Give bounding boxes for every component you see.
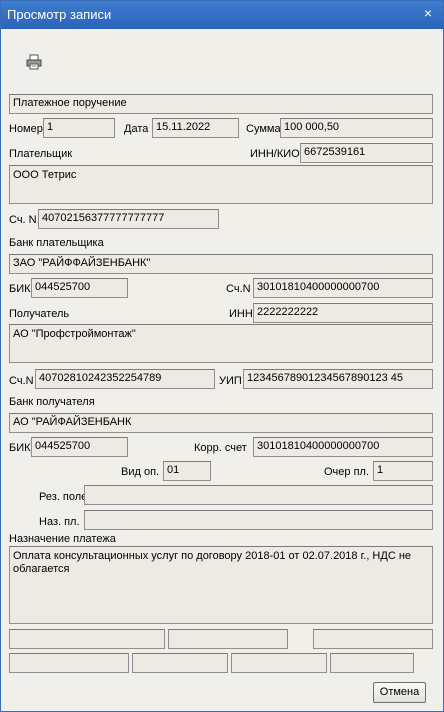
vid-op-field[interactable]: 01	[163, 461, 211, 481]
blank-field-3[interactable]	[313, 629, 433, 649]
cancel-button[interactable]: Отмена	[373, 682, 426, 703]
receiver-uip-field[interactable]: 12345678901234567890123 45	[243, 369, 433, 389]
number-field[interactable]: 1	[43, 118, 115, 138]
blank-field-6[interactable]	[231, 653, 327, 673]
ocher-field[interactable]: 1	[373, 461, 433, 481]
rez-field[interactable]	[84, 485, 433, 505]
payer-inn-label: ИНН/КИО	[250, 148, 300, 160]
blank-field-1[interactable]	[9, 629, 165, 649]
record-view-window: Просмотр записи × Платежное поручение Но…	[0, 0, 444, 712]
payer-bik-label: БИК	[9, 283, 31, 295]
receiver-bank-field[interactable]: АО "РАЙФАЙЗЕНБАНК	[9, 413, 433, 433]
naz-label: Наз. пл.	[39, 516, 80, 528]
receiver-bik-label: БИК	[9, 442, 31, 454]
title-bar: Просмотр записи ×	[1, 1, 443, 29]
payer-bik-field[interactable]: 044525700	[31, 278, 128, 298]
form-body: Платежное поручение Номер 1 Дата 15.11.2…	[1, 29, 443, 711]
blank-field-2[interactable]	[168, 629, 288, 649]
receiver-account-field[interactable]: 40702810242352254789	[35, 369, 215, 389]
rez-label: Рез. поле	[39, 491, 88, 503]
receiver-bik-field[interactable]: 044525700	[31, 437, 128, 457]
payer-bank-label: Банк плательщика	[9, 237, 104, 249]
vid-op-label: Вид оп.	[121, 466, 160, 478]
blank-field-4[interactable]	[9, 653, 129, 673]
date-label: Дата	[124, 123, 149, 135]
purpose-field[interactable]: Оплата консультационных услуг по договор…	[9, 546, 433, 624]
sum-label: Сумма	[246, 123, 281, 135]
payer-bank-field[interactable]: ЗАО "РАЙФФАЙЗЕНБАНК"	[9, 254, 433, 274]
receiver-account-label: Сч.N	[9, 375, 34, 387]
payer-account-label: Сч. N	[9, 214, 37, 226]
sum-field[interactable]: 100 000,50	[280, 118, 433, 138]
close-icon[interactable]: ×	[421, 6, 435, 20]
receiver-bank-label: Банк получателя	[9, 396, 95, 408]
receiver-inn-field[interactable]: 2222222222	[253, 303, 433, 323]
receiver-label: Получатель	[9, 308, 70, 320]
receiver-name-field[interactable]: АО "Профстроймонтаж"	[9, 324, 433, 363]
number-label: Номер	[9, 123, 43, 135]
payer-corr-label: Сч.N	[226, 283, 251, 295]
payer-inn-field[interactable]: 6672539161	[300, 143, 433, 163]
naz-field[interactable]	[84, 510, 433, 530]
doc-type-field[interactable]: Платежное поручение	[9, 94, 433, 114]
payer-account-field[interactable]: 40702156377777777777	[38, 209, 219, 229]
receiver-corr-field[interactable]: 30101810400000000700	[253, 437, 433, 457]
payer-label: Плательщик	[9, 148, 73, 160]
blank-field-5[interactable]	[132, 653, 228, 673]
date-field[interactable]: 15.11.2022	[152, 118, 239, 138]
payer-name-field[interactable]: ООО Тетрис	[9, 165, 433, 204]
receiver-inn-label: ИНН	[229, 308, 253, 320]
receiver-corr-label: Корр. счет	[194, 442, 247, 454]
blank-field-7[interactable]	[330, 653, 414, 673]
payer-corr-field[interactable]: 30101810400000000700	[253, 278, 433, 298]
receiver-uip-label: УИП	[219, 375, 242, 387]
ocher-label: Очер пл.	[324, 466, 370, 478]
window-title: Просмотр записи	[7, 7, 112, 22]
printer-icon[interactable]	[26, 54, 42, 70]
purpose-label: Назначение платежа	[9, 533, 116, 545]
